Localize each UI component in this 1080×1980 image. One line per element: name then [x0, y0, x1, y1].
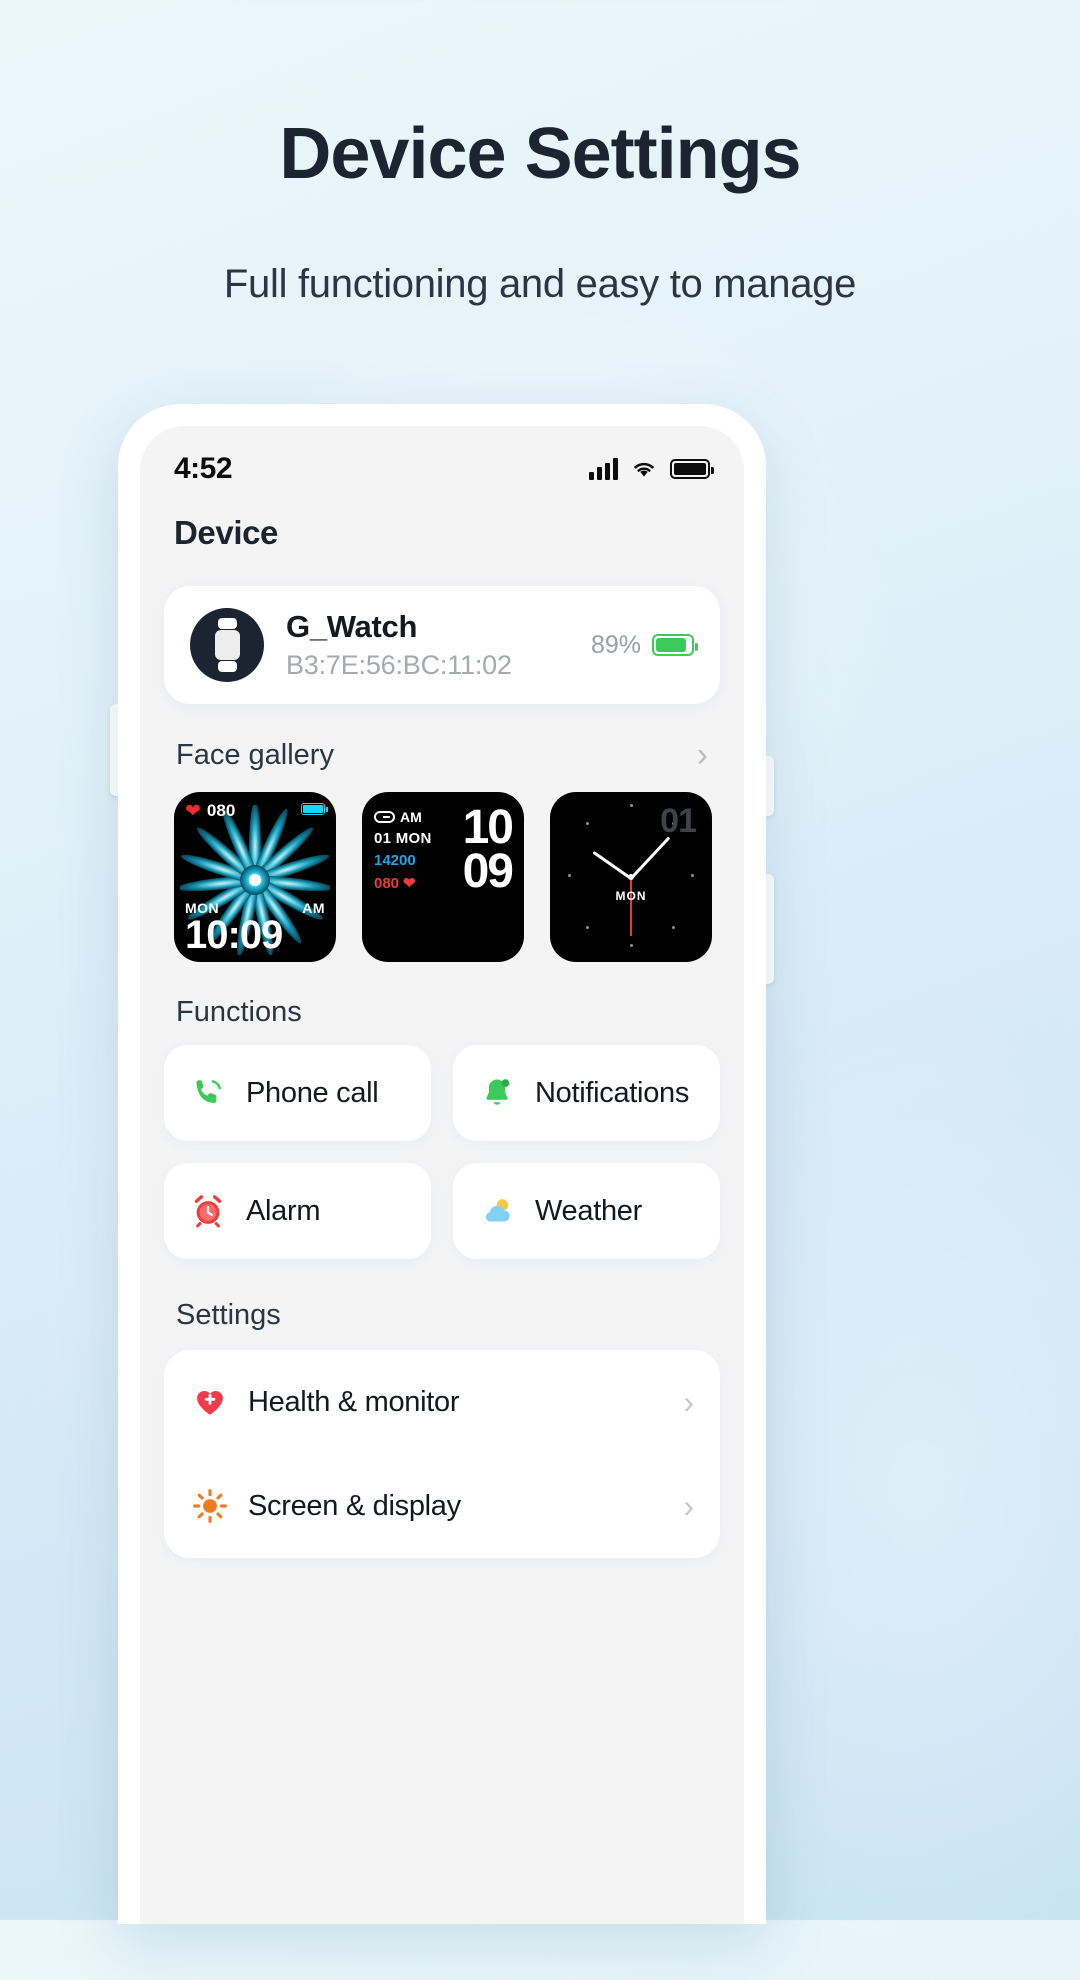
watch-face-analog-second-hand — [630, 878, 632, 936]
watch-face-digital-minutes: 09 — [462, 845, 514, 899]
page-subtitle: Full functioning and easy to manage — [223, 262, 857, 306]
watch-face-digital-meridiem: AM — [400, 809, 422, 825]
heart-icon: ❤ — [403, 875, 416, 892]
function-weather-label: Weather — [535, 1194, 642, 1227]
chevron-right-icon[interactable]: › — [683, 1490, 694, 1522]
device-name: G_Watch — [286, 609, 418, 644]
device-battery: 89% — [590, 630, 698, 660]
status-time: 4:52 — [174, 452, 233, 485]
watch-face-flower[interactable]: ❤ 080 MON AM 10:09 — [174, 792, 336, 962]
page-title: Device Settings — [279, 114, 801, 194]
function-weather[interactable]: Weather — [453, 1163, 720, 1259]
smartwatch-icon — [190, 608, 264, 682]
watch-face-digital-hr-value: 080 — [374, 874, 400, 892]
device-battery-percent: 89% — [590, 630, 641, 659]
function-phone-call-label: Phone call — [246, 1076, 379, 1109]
function-notifications[interactable]: Notifications — [453, 1045, 720, 1141]
functions-grid: Phone call Notifications Alarm Weather — [140, 1029, 744, 1259]
watch-face-analog-center — [628, 874, 634, 880]
setting-screen-display[interactable]: Screen & display › — [164, 1454, 720, 1558]
watch-face-digital-hours: 10 — [462, 801, 514, 854]
chevron-right-icon[interactable]: › — [683, 1386, 694, 1418]
watch-face-flower-time-block: MON AM 10:09 — [185, 900, 325, 955]
status-icons — [589, 458, 714, 480]
phone-screen: 4:52 Device G_Watch B3:7E:56:BC:11:02 89… — [140, 426, 744, 1924]
device-info: G_Watch B3:7E:56:BC:11:02 — [286, 609, 569, 681]
device-mac-address: B3:7E:56:BC:11:02 — [286, 650, 512, 680]
watch-face-flower-hr-value: 080 — [206, 801, 236, 820]
section-title-device: Device — [174, 514, 279, 551]
phone-mockup: 4:52 Device G_Watch B3:7E:56:BC:11:02 89… — [110, 404, 774, 1924]
face-gallery-list[interactable]: ❤ 080 MON AM 10:09 AM 01 MON 14200 080 ❤… — [140, 772, 744, 962]
phone-icon — [188, 1073, 228, 1113]
watch-face-analog[interactable]: 01 MON — [550, 792, 712, 962]
watch-face-flower-battery-icon — [301, 803, 328, 815]
watch-face-flower-time: 10:09 — [185, 913, 283, 957]
wifi-icon — [634, 462, 654, 477]
status-bar: 4:52 — [140, 426, 744, 492]
watch-face-digital-date: 01 MON — [374, 830, 432, 847]
setting-health-monitor[interactable]: Health & monitor › — [164, 1350, 720, 1454]
settings-list: Health & monitor › Screen & display › — [164, 1350, 720, 1558]
cellular-signal-icon — [589, 458, 618, 480]
setting-screen-display-label: Screen & display — [248, 1489, 461, 1522]
face-gallery-header[interactable]: Face gallery › — [140, 704, 744, 772]
watch-face-analog-date: 01 — [660, 802, 697, 840]
heart-icon: ❤ — [185, 800, 201, 822]
watch-face-digital[interactable]: AM 01 MON 14200 080 ❤ 10 09 — [362, 792, 524, 962]
watch-face-flower-hr: ❤ 080 — [185, 801, 235, 821]
function-alarm[interactable]: Alarm — [164, 1163, 431, 1259]
section-title-face-gallery: Face gallery — [176, 738, 334, 771]
heart-plus-icon — [190, 1382, 230, 1422]
watch-face-digital-left: AM 01 MON 14200 080 ❤ — [374, 806, 432, 892]
function-notifications-label: Notifications — [535, 1076, 690, 1109]
device-card[interactable]: G_Watch B3:7E:56:BC:11:02 89% — [164, 586, 720, 704]
chevron-right-icon[interactable]: › — [697, 738, 708, 772]
bell-icon — [477, 1073, 517, 1113]
watch-face-analog-minute-hand — [629, 836, 671, 880]
phone-body: 4:52 Device G_Watch B3:7E:56:BC:11:02 89… — [118, 404, 766, 1924]
alarm-clock-icon — [188, 1191, 228, 1231]
link-icon — [374, 811, 395, 823]
section-title-functions: Functions — [176, 996, 302, 1028]
section-title-settings: Settings — [176, 1299, 281, 1331]
hero-section: Device Settings Full functioning and eas… — [0, 0, 1080, 307]
watch-face-digital-steps: 14200 — [374, 852, 416, 869]
setting-health-monitor-label: Health & monitor — [248, 1385, 460, 1418]
brightness-icon — [190, 1486, 230, 1526]
function-alarm-label: Alarm — [246, 1194, 321, 1227]
battery-full-icon — [670, 459, 714, 479]
watch-face-digital-time: 10 09 — [462, 801, 514, 899]
watch-face-flower-meridiem: AM — [302, 900, 325, 916]
function-phone-call[interactable]: Phone call — [164, 1045, 431, 1141]
device-battery-icon — [652, 634, 698, 656]
weather-cloud-sun-icon — [477, 1191, 517, 1231]
watch-face-analog-weekday: MON — [615, 888, 647, 903]
watch-face-analog-hour-hand — [592, 850, 632, 880]
